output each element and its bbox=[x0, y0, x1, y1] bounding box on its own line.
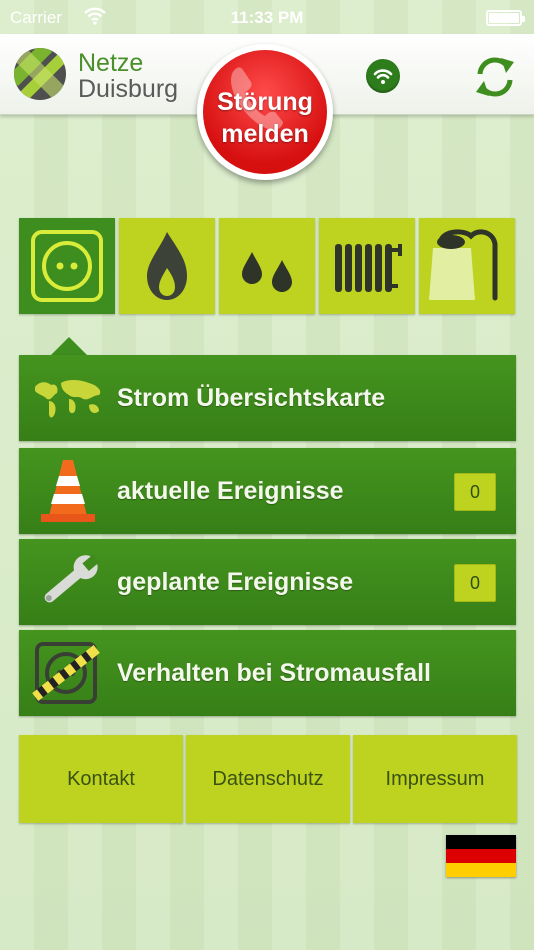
netze-duisburg-logo: Netze Duisburg bbox=[12, 44, 188, 106]
menu-item-current-events-label: aktuelle Ereignisse bbox=[117, 477, 344, 505]
report-outage-label: Störung melden bbox=[217, 88, 313, 148]
report-outage-face: Störung melden bbox=[203, 50, 327, 174]
logo-line2: Duisburg bbox=[78, 75, 179, 103]
refresh-icon[interactable] bbox=[470, 52, 520, 102]
wifi-icon bbox=[373, 69, 393, 84]
blocked-socket-icon bbox=[32, 642, 100, 704]
selected-category-pointer bbox=[51, 337, 87, 355]
report-outage-button[interactable]: Störung melden bbox=[197, 44, 333, 180]
wrench-icon bbox=[44, 554, 100, 603]
battery-icon bbox=[486, 10, 525, 26]
logo-mark-icon bbox=[14, 48, 66, 100]
category-tile-wasser[interactable] bbox=[219, 218, 315, 314]
power-socket-icon bbox=[31, 230, 103, 302]
logo-line1: Netze bbox=[78, 49, 144, 77]
world-map-icon bbox=[35, 380, 101, 418]
water-drops-icon bbox=[242, 252, 292, 292]
flame-icon bbox=[147, 232, 187, 300]
radiator-icon bbox=[335, 244, 402, 292]
logo-wordmark: Netze Duisburg bbox=[78, 50, 178, 102]
menu-item-outage-behaviour-label: Verhalten bei Stromausfall bbox=[117, 659, 431, 687]
menu-item-overview-map[interactable]: Strom Übersichtskarte bbox=[19, 355, 516, 441]
privacy-button[interactable]: Datenschutz bbox=[186, 735, 350, 823]
german-flag-icon[interactable] bbox=[446, 835, 516, 877]
current-events-count-badge: 0 bbox=[454, 473, 496, 511]
menu-item-planned-events-label: geplante Ereignisse bbox=[117, 568, 354, 596]
clock: 11:33 PM bbox=[230, 8, 304, 27]
menu-item-outage-behaviour[interactable]: Verhalten bei Stromausfall bbox=[19, 630, 516, 716]
traffic-cone-icon bbox=[41, 460, 95, 522]
planned-events-count-badge: 0 bbox=[454, 564, 496, 602]
menu-item-current-events[interactable]: aktuelle Ereignisse 0 bbox=[19, 448, 516, 534]
wifi-status-button[interactable] bbox=[366, 59, 400, 93]
category-tile-fernwaerme[interactable] bbox=[319, 218, 415, 314]
category-selector bbox=[19, 218, 516, 314]
imprint-button[interactable]: Impressum bbox=[353, 735, 517, 823]
contact-button[interactable]: Kontakt bbox=[19, 735, 183, 823]
street-lamp-icon bbox=[429, 229, 498, 301]
menu-item-overview-map-label: Strom Übersichtskarte bbox=[117, 384, 386, 412]
footer-links: Kontakt Datenschutz Impressum bbox=[19, 735, 517, 823]
category-tile-gas[interactable] bbox=[119, 218, 215, 314]
category-tile-strassenbeleuchtung[interactable] bbox=[419, 218, 515, 314]
status-bar: Carrier 11:33 PM bbox=[0, 0, 534, 36]
category-tile-strom[interactable] bbox=[19, 218, 115, 314]
menu-item-planned-events[interactable]: geplante Ereignisse 0 bbox=[19, 539, 516, 625]
